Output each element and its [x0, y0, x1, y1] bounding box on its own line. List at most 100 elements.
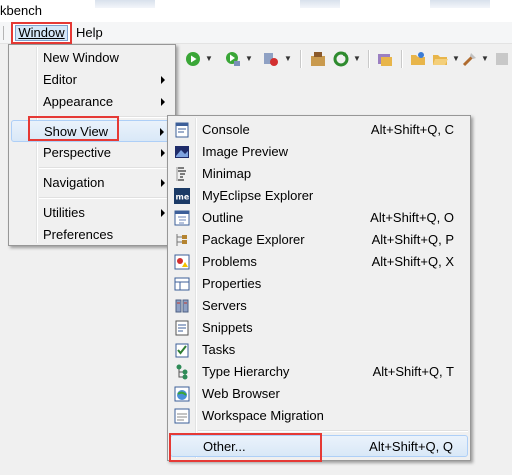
menu-item-label: Preferences [43, 227, 114, 242]
window-title: kbench [0, 3, 42, 18]
view-item-accelerator: Alt+Shift+Q, Q [369, 439, 453, 454]
view-item-accelerator: Alt+Shift+Q, O [370, 210, 454, 225]
package-explorer-icon [176, 234, 187, 246]
run-server-dropdown-icon[interactable]: ▼ [245, 54, 253, 64]
open-project-icon[interactable] [410, 51, 426, 67]
menu-item-editor[interactable]: Editor [11, 69, 173, 91]
tool-dropdown-icon[interactable]: ▼ [481, 54, 489, 64]
menu-item-navigation[interactable]: Navigation [11, 172, 173, 194]
menu-window-label: Window [15, 25, 68, 41]
view-item-snippets[interactable]: Snippets [170, 317, 468, 339]
tool-icon[interactable] [462, 51, 478, 67]
tasks-icon [175, 343, 189, 358]
menu-bar: Window Help [0, 22, 512, 44]
submenu-arrow-icon [161, 209, 165, 217]
view-item-servers[interactable]: Servers [170, 295, 468, 317]
view-item-problems[interactable]: Problems Alt+Shift+Q, X [170, 251, 468, 273]
more-tools-icon[interactable] [494, 51, 510, 67]
view-item-accelerator: Alt+Shift+Q, P [371, 232, 454, 247]
view-item-package-explorer[interactable]: Package Explorer Alt+Shift+Q, P [170, 229, 468, 251]
submenu-arrow-icon [161, 179, 165, 187]
myeclipse-icon: me [174, 188, 190, 204]
view-item-label: Minimap [202, 166, 252, 181]
menu-item-utilities[interactable]: Utilities [11, 202, 173, 224]
view-item-properties[interactable]: Properties [170, 273, 468, 295]
view-item-label: Package Explorer [202, 232, 305, 247]
menu-item-label: Show View [44, 124, 109, 139]
blurred-region [300, 0, 340, 8]
view-item-outline[interactable]: Outline Alt+Shift+Q, O [170, 207, 468, 229]
menu-item-new-window[interactable]: New Window [11, 47, 173, 69]
submenu-arrow-icon [161, 76, 165, 84]
open-folder-icon[interactable] [432, 51, 448, 67]
view-item-label: MyEclipse Explorer [202, 188, 314, 203]
refresh-icon[interactable] [333, 51, 349, 67]
menu-item-label: Perspective [43, 145, 111, 160]
view-item-accelerator: Alt+Shift+Q, C [370, 122, 454, 137]
window-menu: New Window Editor Appearance Show View P… [8, 44, 176, 246]
submenu-arrow-icon [161, 149, 165, 157]
view-item-label: Type Hierarchy [202, 364, 290, 379]
menu-item-show-view[interactable]: Show View [11, 120, 173, 142]
menu-item-preferences[interactable]: Preferences [11, 224, 173, 246]
view-item-label: Other... [203, 439, 246, 454]
menu-item-label: New Window [43, 50, 119, 65]
run-dropdown-icon[interactable]: ▼ [205, 54, 213, 64]
submenu-arrow-icon [160, 128, 164, 136]
view-item-accelerator: Alt+Shift+Q, T [372, 364, 454, 379]
menu-item-label: Utilities [43, 205, 85, 220]
menu-item-appearance[interactable]: Appearance [11, 91, 173, 113]
run-icon[interactable] [185, 51, 201, 67]
servers-icon [175, 299, 189, 313]
view-item-console[interactable]: Console Alt+Shift+Q, C [170, 119, 468, 141]
view-item-accelerator: Alt+Shift+Q, X [371, 254, 454, 269]
menu-help[interactable]: Help [76, 25, 103, 41]
view-item-type-hierarchy[interactable]: Type Hierarchy Alt+Shift+Q, T [170, 361, 468, 383]
menu-window-text: Window [18, 25, 65, 40]
menu-separator [198, 430, 468, 432]
open-folder-dropdown-icon[interactable]: ▼ [452, 54, 460, 64]
toolbar-separator [401, 50, 403, 68]
view-item-label: Tasks [202, 342, 236, 357]
menu-window[interactable]: Window [11, 22, 72, 44]
view-item-label: Web Browser [202, 386, 280, 401]
view-item-myeclipse-explorer[interactable]: me MyEclipse Explorer [170, 185, 468, 207]
stop-server-dropdown-icon[interactable]: ▼ [284, 54, 292, 64]
image-preview-icon [175, 146, 189, 158]
view-item-web-browser[interactable]: Web Browser [170, 383, 468, 405]
view-item-image-preview[interactable]: Image Preview [170, 141, 468, 163]
view-item-workspace-migration[interactable]: Workspace Migration [170, 405, 468, 427]
view-item-minimap[interactable]: Minimap [170, 163, 468, 185]
run-server-icon[interactable] [225, 51, 241, 67]
toolbar-separator [300, 50, 302, 68]
snippets-icon [175, 320, 189, 336]
blurred-region [95, 0, 155, 8]
workspace-migration-icon [174, 408, 190, 424]
menu-item-label: Navigation [43, 175, 105, 190]
menu-separator [39, 116, 173, 118]
web-browser-icon [174, 386, 190, 402]
menu-separator [39, 167, 173, 169]
view-item-tasks[interactable]: Tasks [170, 339, 468, 361]
properties-icon [174, 277, 190, 291]
menu-item-perspective[interactable]: Perspective [11, 142, 173, 164]
blurred-region [430, 0, 490, 8]
toolbar-separator [368, 50, 370, 68]
problems-icon [174, 254, 190, 270]
show-view-submenu: Console Alt+Shift+Q, C Image Preview Min… [167, 115, 471, 461]
view-item-label: Snippets [202, 320, 253, 335]
build-icon[interactable] [310, 51, 326, 67]
stop-server-icon[interactable] [263, 51, 279, 67]
type-hierarchy-icon [176, 364, 188, 380]
open-perspective-icon[interactable] [377, 51, 393, 67]
view-item-label: Image Preview [202, 144, 288, 159]
submenu-arrow-icon [161, 98, 165, 106]
outline-icon [174, 210, 190, 226]
minimap-icon [176, 167, 186, 181]
view-item-label: Properties [202, 276, 262, 291]
view-item-label: Workspace Migration [202, 408, 324, 423]
view-item-other[interactable]: Other... Alt+Shift+Q, Q [170, 435, 468, 457]
console-icon [175, 122, 189, 138]
refresh-dropdown-icon[interactable]: ▼ [353, 54, 361, 64]
view-item-label: Outline [202, 210, 244, 225]
